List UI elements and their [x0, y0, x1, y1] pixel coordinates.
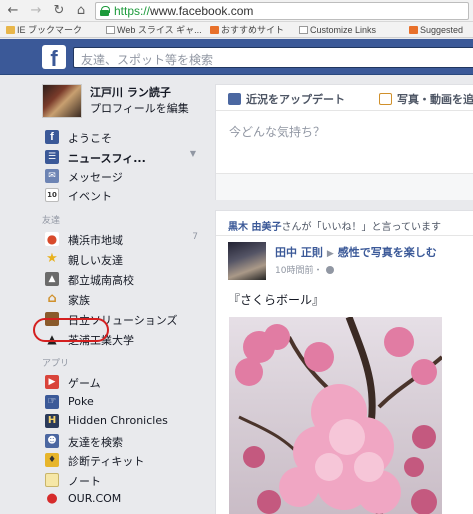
- caret-right-icon: ▶: [326, 249, 334, 259]
- cherry-blossom-photo[interactable]: [229, 317, 442, 514]
- school-icon: ▲: [45, 272, 59, 286]
- apps-section-title: アプリ: [42, 359, 70, 369]
- bookmark-web-slice[interactable]: Web スライス ギャ...: [106, 24, 202, 36]
- profile-name[interactable]: 江戸川 ラン読子: [90, 84, 171, 100]
- bookmark-ie-favorites[interactable]: IE ブックマーク: [6, 24, 82, 36]
- star-icon: ★: [46, 251, 58, 266]
- orange-site-icon: [409, 26, 418, 34]
- news-feed-story: 黒木 由美子さんが「いいね！」と言っています 田中 正則 ▶ 感性で写真を楽しむ 1…: [215, 210, 473, 514]
- cherry-blossom-image: [235, 317, 442, 514]
- author-name-link[interactable]: 田中 正則: [275, 246, 323, 259]
- story-header: 田中 正則 ▶ 感性で写真を楽しむ: [275, 244, 437, 260]
- url-text: https://www.facebook.com: [114, 4, 254, 18]
- bookmark-osusume[interactable]: おすすめサイト: [210, 24, 284, 36]
- sidebar-item-messages[interactable]: ✉ メッセージ: [0, 167, 212, 186]
- page-icon: [106, 26, 115, 34]
- tab-update-status[interactable]: 近況をアップデート: [228, 91, 345, 107]
- photo-icon: [379, 93, 392, 105]
- sidebar-item-app[interactable]: ☻ 友達を検索: [0, 432, 212, 451]
- sidebar-item-app[interactable]: ♦ 診断ティキット: [0, 451, 212, 470]
- ticket-icon: ♦: [45, 453, 59, 467]
- forward-arrow-icon[interactable]: →: [28, 3, 44, 19]
- divider: [216, 235, 473, 236]
- page-icon: [299, 26, 308, 34]
- sidebar-item-welcome[interactable]: f ようこそ: [0, 128, 212, 147]
- place-pin-icon: ●: [45, 232, 59, 246]
- sidebar-item-poke[interactable]: ☞ Poke: [0, 393, 212, 412]
- folder-icon: [6, 26, 15, 34]
- search-input[interactable]: 友達、スポット等を検索: [73, 47, 473, 68]
- search-placeholder: 友達、スポット等を検索: [81, 53, 214, 67]
- sidebar-item-friend-list[interactable]: ▲ 都立城南高校: [0, 270, 212, 289]
- sidebar-item-app[interactable]: ▶ ゲーム: [0, 373, 212, 392]
- poke-icon: ☞: [45, 395, 59, 409]
- status-composer: 近況をアップデート 写真・動画を追 今どんな気持ち？: [215, 84, 473, 200]
- edit-profile-link[interactable]: プロフィールを編集: [90, 100, 189, 116]
- calendar-icon: 10: [45, 188, 59, 202]
- post-text: 『さくらボール』: [228, 293, 325, 307]
- facebook-logo-icon[interactable]: f: [42, 45, 66, 69]
- sidebar-item-friend-list[interactable]: ⌂ 家族: [0, 290, 212, 309]
- news-feed-icon: ☰: [45, 150, 59, 164]
- sidebar-item-app[interactable]: ノート: [0, 471, 212, 490]
- our-com-icon: ●: [46, 491, 58, 506]
- sidebar-item-app[interactable]: H Hidden Chronicles: [0, 412, 212, 431]
- sidebar-item-friend-list[interactable]: ● 横浜市地域 7: [0, 230, 212, 249]
- back-arrow-icon[interactable]: ←: [5, 3, 21, 19]
- browser-toolbar: ← → ↻ ⌂ https://www.facebook.com: [0, 0, 473, 22]
- facebook-header: f 友達、スポット等を検索: [0, 39, 473, 75]
- sidebar-item-events[interactable]: 10 イベント: [0, 186, 212, 205]
- composer-footer: [216, 173, 473, 200]
- bookmark-customize-links[interactable]: Customize Links: [299, 24, 376, 36]
- lock-icon: [100, 6, 110, 16]
- composer-tabs: 近況をアップデート 写真・動画を追: [216, 85, 473, 111]
- bookmarks-bar: IE ブックマーク Web スライス ギャ... おすすめサイト Customi…: [0, 22, 473, 38]
- notes-icon: [45, 473, 59, 487]
- messages-icon: ✉: [45, 169, 59, 183]
- liker-name-link[interactable]: 黒木 由美子: [228, 222, 281, 233]
- address-bar[interactable]: https://www.facebook.com: [95, 2, 469, 20]
- profile-avatar[interactable]: [42, 84, 82, 118]
- bookmark-suggested[interactable]: Suggested: [409, 24, 463, 36]
- tab-add-photo[interactable]: 写真・動画を追: [379, 91, 473, 107]
- globe-icon: [326, 266, 335, 274]
- composer-input[interactable]: 今どんな気持ち？: [229, 123, 325, 140]
- timestamp[interactable]: 10時間前・: [275, 263, 335, 276]
- reload-icon[interactable]: ↻: [51, 3, 67, 19]
- sidebar-item-news-feed[interactable]: ☰ ニュースフィ... ▼: [0, 148, 212, 167]
- sidebar-item-friend-list[interactable]: ★ 親しい友達: [0, 250, 212, 269]
- story-context: 黒木 由美子さんが「いいね！」と言っています: [228, 222, 441, 233]
- browser-window: ← → ↻ ⌂ https://www.facebook.com IE ブックマ…: [0, 0, 473, 514]
- hidden-chronicles-icon: H: [45, 414, 59, 428]
- sidebar-item-app[interactable]: ● OUR.COM: [0, 490, 212, 509]
- facebook-icon: f: [45, 130, 59, 144]
- pencil-icon: [228, 93, 241, 105]
- friends-section-title: 友達: [42, 216, 61, 226]
- chevron-down-icon[interactable]: ▼: [190, 149, 196, 158]
- house-icon: ⌂: [47, 291, 57, 306]
- find-friends-icon: ☻: [45, 434, 59, 448]
- author-avatar[interactable]: [228, 242, 266, 280]
- highlight-circle: [33, 318, 109, 342]
- home-icon[interactable]: ⌂: [73, 3, 89, 19]
- page-name-link[interactable]: 感性で写真を楽しむ: [338, 246, 437, 259]
- games-icon: ▶: [45, 375, 59, 389]
- orange-site-icon: [210, 26, 219, 34]
